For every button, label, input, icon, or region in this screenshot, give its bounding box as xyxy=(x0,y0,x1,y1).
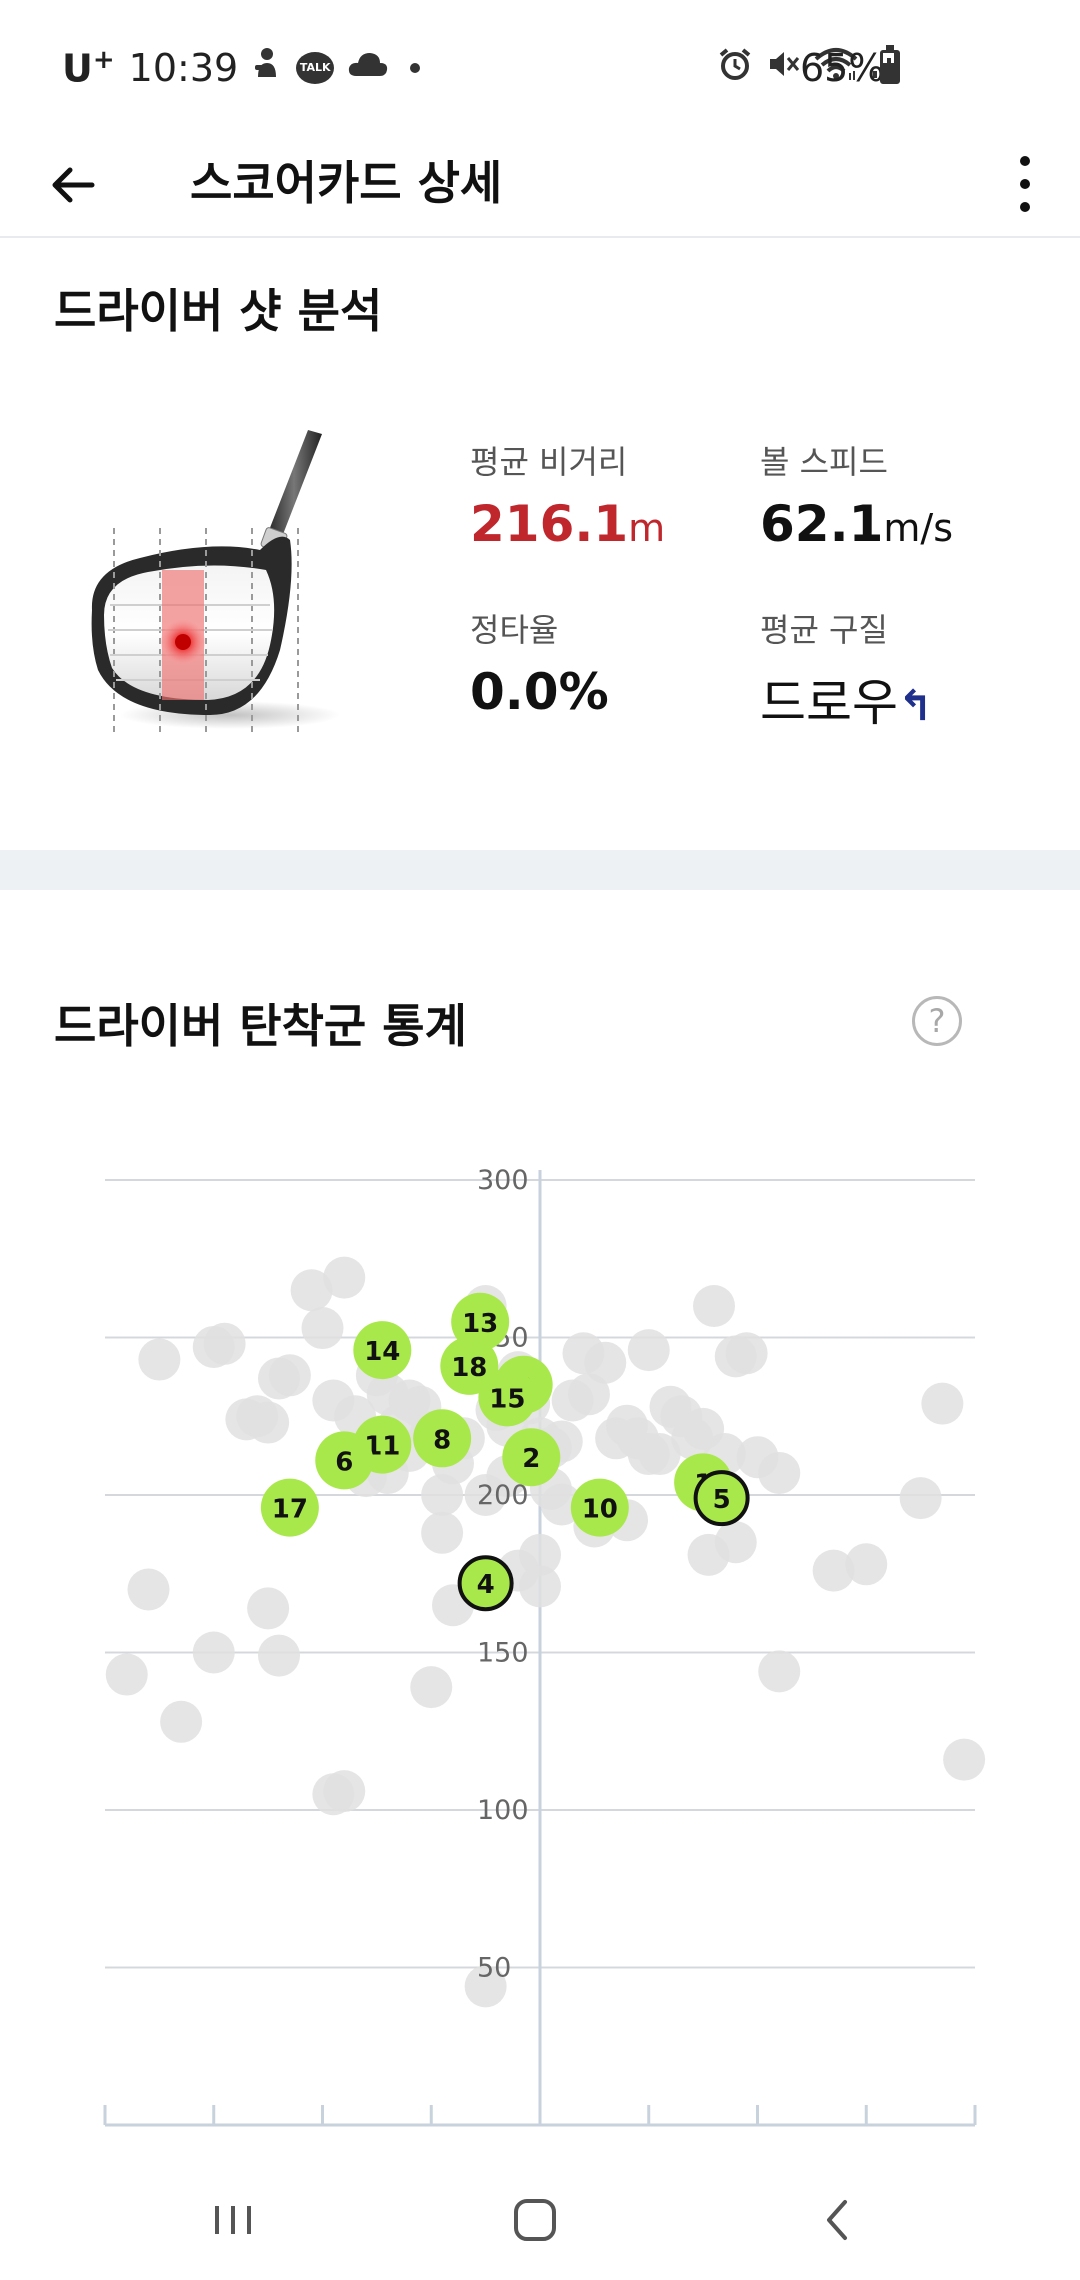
history-shot-point xyxy=(203,1322,246,1365)
y-tick-label: 50 xyxy=(477,1953,511,1984)
status-bar: U+ 10:39 TALK 65% xyxy=(0,0,1080,130)
avg-shape-value: 드로우↰ xyxy=(760,674,934,732)
dispersion-chart: 30025020015010050131418915811621510174 xyxy=(0,1100,1080,2160)
back-nav-button[interactable] xyxy=(787,2188,887,2252)
alarm-icon xyxy=(718,47,752,89)
history-shot-point xyxy=(943,1738,986,1781)
y-tick-label: 300 xyxy=(477,1165,529,1196)
history-shot-point xyxy=(160,1700,203,1743)
dot-icon xyxy=(410,63,421,73)
child-icon xyxy=(252,47,282,89)
ball-speed-label: 볼 스피드 xyxy=(760,443,888,481)
shot-label-17: 17 xyxy=(272,1495,308,1525)
history-shot-point xyxy=(247,1587,290,1630)
help-icon[interactable]: ? xyxy=(912,996,962,1046)
cloud-icon xyxy=(348,50,388,86)
talk-icon: TALK xyxy=(296,52,335,84)
history-shot-point xyxy=(921,1382,964,1425)
shot-label-10: 10 xyxy=(582,1495,618,1525)
shot-label-18: 18 xyxy=(451,1353,487,1383)
history-shot-point xyxy=(301,1307,344,1350)
status-time: 10:39 xyxy=(128,46,239,90)
history-shot-point xyxy=(421,1511,464,1554)
history-shot-point xyxy=(627,1329,670,1372)
home-icon xyxy=(514,2199,556,2241)
history-shot-point xyxy=(138,1338,181,1381)
driver-club-image xyxy=(80,430,420,750)
history-shot-point xyxy=(693,1285,735,1327)
shot-label-2: 2 xyxy=(522,1444,540,1474)
app-bar: 스코어카드 상세 xyxy=(0,130,1080,238)
accuracy-value: 0.0% xyxy=(470,663,609,721)
history-shot-point xyxy=(714,1521,757,1564)
shot-label-13: 13 xyxy=(462,1309,498,1339)
shot-label-6: 6 xyxy=(335,1447,353,1477)
back-nav-icon xyxy=(827,2200,847,2240)
avg-shape-label: 평균 구질 xyxy=(760,611,888,649)
history-shot-point xyxy=(323,1770,366,1813)
history-shot-point xyxy=(192,1631,235,1674)
shot-label-14: 14 xyxy=(364,1337,400,1367)
avg-distance-stat: 평균 비거리 216.1m xyxy=(470,437,665,553)
history-shot-point xyxy=(410,1666,453,1709)
history-shot-point xyxy=(323,1256,366,1299)
status-left: U+ 10:39 TALK xyxy=(62,40,421,96)
home-button[interactable] xyxy=(485,2188,585,2252)
ball-speed-value: 62.1m/s xyxy=(760,495,953,553)
more-options-button[interactable] xyxy=(1000,146,1050,222)
shot-label-4: 4 xyxy=(477,1570,495,1600)
history-shot-point xyxy=(258,1634,300,1677)
section-divider xyxy=(0,850,1080,890)
history-shot-point xyxy=(845,1543,888,1586)
draw-arrow-icon: ↰ xyxy=(898,681,934,730)
y-tick-label: 100 xyxy=(477,1795,529,1826)
avg-distance-value: 216.1m xyxy=(470,495,666,553)
shot-label-5: 5 xyxy=(713,1485,731,1515)
navigation-bar xyxy=(0,2160,1080,2280)
history-shot-point xyxy=(105,1653,148,1696)
history-shot-point xyxy=(127,1568,170,1611)
battery-icon xyxy=(880,45,900,84)
mute-icon xyxy=(766,47,800,89)
history-shot-point xyxy=(584,1341,627,1384)
history-shot-point xyxy=(519,1565,561,1608)
accuracy-stat: 정타율 0.0% xyxy=(470,605,609,721)
back-button[interactable] xyxy=(40,150,110,220)
ball-speed-stat: 볼 스피드 62.1m/s xyxy=(760,437,953,553)
y-tick-label: 200 xyxy=(477,1480,529,1511)
y-tick-label: 150 xyxy=(477,1638,529,1669)
avg-distance-label: 평균 비거리 xyxy=(470,443,628,481)
history-shot-point xyxy=(268,1354,311,1397)
carrier-label: U+ xyxy=(62,45,115,91)
shot-label-15: 15 xyxy=(489,1384,525,1414)
battery-percent: 65% xyxy=(800,46,885,90)
accuracy-label: 정타율 xyxy=(470,611,559,649)
history-shot-point xyxy=(421,1474,464,1516)
history-shot-point xyxy=(247,1401,290,1444)
history-shot-point xyxy=(758,1650,801,1693)
avg-shape-stat: 평균 구질 드로우↰ xyxy=(760,605,933,735)
more-vert-icon xyxy=(1020,156,1030,166)
history-shot-point xyxy=(725,1332,768,1375)
shot-label-8: 8 xyxy=(433,1425,451,1455)
section-title-driver-analysis: 드라이버 샷 분석 xyxy=(54,284,383,338)
page-title: 스코어카드 상세 xyxy=(190,156,503,210)
arrow-left-icon xyxy=(52,167,95,203)
recents-button[interactable] xyxy=(183,2188,283,2252)
recents-icon xyxy=(215,2206,251,2234)
history-shot-point xyxy=(758,1451,801,1494)
section-title-dispersion: 드라이버 탄착군 통계 xyxy=(54,999,467,1053)
dispersion-chart-svg: 30025020015010050131418915811621510174 xyxy=(103,1165,986,2127)
history-shot-point xyxy=(899,1477,942,1520)
